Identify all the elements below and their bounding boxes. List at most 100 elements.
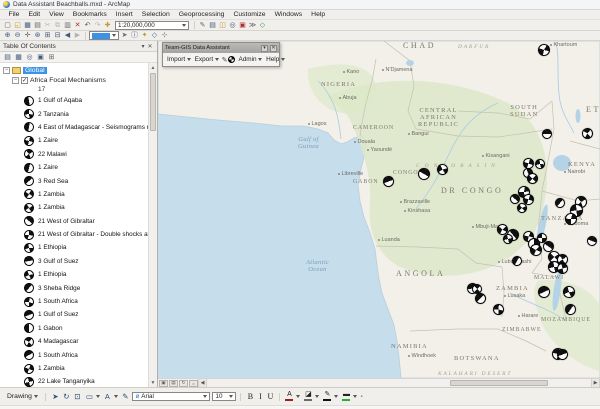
list-by-drawing-order-icon[interactable]: ▤ xyxy=(3,53,12,62)
assistant-menu[interactable]: Export xyxy=(193,56,221,63)
legend-item[interactable]: 1 Ethiopia xyxy=(0,241,148,254)
text-style-button[interactable]: B xyxy=(245,391,255,402)
collapse-icon[interactable]: ▾ xyxy=(261,45,268,52)
map-scale-combo[interactable]: 1:20,000,000 xyxy=(115,21,189,30)
line-color-icon[interactable]: ✎ xyxy=(322,390,338,403)
shape-picker-button[interactable]: ▭ xyxy=(84,391,100,402)
cut-icon[interactable]: ✂ xyxy=(43,21,52,30)
legend-item[interactable]: 1 Zaire xyxy=(0,134,148,147)
select-elements-icon[interactable]: ➤ xyxy=(120,31,129,40)
beachball-icon[interactable] xyxy=(228,56,235,63)
data-frame-row[interactable]: − Global xyxy=(0,65,148,75)
legend-item[interactable]: 1 Gulf of Suez xyxy=(0,308,148,321)
scrollbar-thumb[interactable] xyxy=(150,73,156,131)
assistant-menu[interactable]: Help xyxy=(264,56,287,63)
paste-icon[interactable]: ▥ xyxy=(63,21,72,30)
legend-item[interactable]: 1 South Africa xyxy=(0,295,148,308)
close-icon[interactable]: ✕ xyxy=(146,43,154,50)
menu-item[interactable]: Help xyxy=(307,11,330,18)
new-document-icon[interactable]: ▢ xyxy=(3,21,12,30)
options-icon[interactable]: ⊞ xyxy=(47,53,56,62)
save-icon[interactable]: ▦ xyxy=(23,21,32,30)
data-view-button[interactable]: ▣ xyxy=(159,380,168,387)
arctoolbox-icon[interactable]: ▣ xyxy=(238,21,247,30)
data-assistant-titlebar[interactable]: Team-GIS Data Assistant ▾ ✕ xyxy=(163,43,279,53)
font-color-icon[interactable]: A xyxy=(284,390,300,403)
legend-item[interactable]: 1 Gabon xyxy=(0,322,148,335)
measure-icon[interactable]: ◇ xyxy=(150,31,159,40)
menu-item[interactable]: Geoprocessing xyxy=(174,11,229,18)
list-by-visibility-icon[interactable]: ◎ xyxy=(25,53,34,62)
pause-drawing-button[interactable]: = xyxy=(189,380,198,387)
data-frame-label[interactable]: Global xyxy=(23,67,47,74)
list-by-selection-icon[interactable]: ▣ xyxy=(36,53,45,62)
legend-item[interactable]: 1 Zaire xyxy=(0,161,148,174)
layer-row[interactable]: − ✓ Africa Focal Mechanisms xyxy=(0,75,148,85)
shadow-color-icon[interactable]: ◪ xyxy=(303,390,319,403)
legend-item[interactable]: 1 South Africa xyxy=(0,348,148,361)
legend-item[interactable]: 4 Madagascar xyxy=(0,335,148,348)
text-style-button[interactable]: I xyxy=(255,391,265,402)
legend-item[interactable]: 1 Zambia xyxy=(0,201,148,214)
menu-item[interactable]: Insert xyxy=(111,11,137,18)
collapse-expander-icon[interactable]: − xyxy=(12,77,19,84)
assistant-menu[interactable]: Import xyxy=(165,56,193,63)
go-forward-extent-icon[interactable]: ▶ xyxy=(73,31,82,40)
search-window-icon[interactable]: ◎ xyxy=(228,21,237,30)
legend-item[interactable]: 1 Gulf of Aqaba xyxy=(0,94,148,107)
fixed-zoom-in-icon[interactable]: ⊞ xyxy=(43,31,52,40)
undo-icon[interactable]: ↶ xyxy=(83,21,92,30)
scroll-up-icon[interactable]: ▲ xyxy=(149,63,157,72)
font-size-combo[interactable]: 10 xyxy=(212,392,236,401)
toolbar-overflow-icon[interactable]: ▪ xyxy=(360,394,362,400)
add-data-icon[interactable]: ✚ xyxy=(103,21,112,30)
legend-item[interactable]: 1 Zambia xyxy=(0,362,148,375)
legend-item[interactable]: 3 Sheba Ridge xyxy=(0,281,148,294)
layer-visibility-checkbox[interactable]: ✓ xyxy=(21,77,28,84)
layout-view-button[interactable]: ▤ xyxy=(169,380,178,387)
menu-item[interactable]: Selection xyxy=(137,11,174,18)
legend-item[interactable]: 4 East of Madagascar - Seismograms not s… xyxy=(0,121,148,134)
legend-item[interactable]: 1 Ethiopia xyxy=(0,268,148,281)
legend-item[interactable]: 1 Zambia xyxy=(0,188,148,201)
list-by-source-icon[interactable]: ▦ xyxy=(14,53,23,62)
copy-icon[interactable]: ⧉ xyxy=(53,21,62,30)
python-window-icon[interactable]: ≫ xyxy=(248,21,257,30)
go-to-xy-icon[interactable]: ⊹ xyxy=(160,31,169,40)
map-canvas[interactable]: CHADNIGERIACENTRAL AFRICAN REPUBLICSOUTH… xyxy=(158,41,600,378)
collapse-expander-icon[interactable]: − xyxy=(3,67,10,74)
modelbuilder-icon[interactable]: ◇ xyxy=(258,21,267,30)
map-view[interactable]: CHADNIGERIACENTRAL AFRICAN REPUBLICSOUTH… xyxy=(158,41,600,387)
catalog-window-icon[interactable]: ◫ xyxy=(218,21,227,30)
marker-color-icon[interactable]: ▬ xyxy=(341,390,357,403)
layer-name[interactable]: Africa Focal Mechanisms xyxy=(30,77,106,84)
close-icon[interactable]: ✕ xyxy=(270,45,277,52)
open-folder-icon[interactable]: ◱ xyxy=(13,21,22,30)
menu-item[interactable]: Customize xyxy=(229,11,270,18)
menu-item[interactable]: View xyxy=(45,11,69,18)
find-icon[interactable]: ✦ xyxy=(140,31,149,40)
legend-item[interactable]: 22 Malawi xyxy=(0,148,148,161)
table-of-contents-icon[interactable]: ▤ xyxy=(208,21,217,30)
legend-item[interactable]: 3 Gulf of Suez xyxy=(0,255,148,268)
legend-item[interactable]: 21 West of Gibraltar - Double shocks at … xyxy=(0,228,148,241)
legend-item[interactable]: 22 Lake Tanganyika xyxy=(0,375,148,387)
delete-icon[interactable]: ✕ xyxy=(73,21,82,30)
rotate-icon[interactable]: ↻ xyxy=(61,391,71,402)
full-extent-icon[interactable]: ⊛ xyxy=(33,31,42,40)
menu-item[interactable]: Windows xyxy=(270,11,307,18)
text-tool-button[interactable]: A xyxy=(102,391,118,402)
legend-item[interactable]: 2 Tanzania xyxy=(0,107,148,120)
pan-icon[interactable]: ✛ xyxy=(23,31,32,40)
text-style-button[interactable]: U xyxy=(265,391,275,402)
fixed-zoom-out-icon[interactable]: ⊟ xyxy=(53,31,62,40)
go-back-extent-icon[interactable]: ◀ xyxy=(63,31,72,40)
refresh-view-button[interactable]: ↻ xyxy=(179,380,188,387)
print-icon[interactable]: ▤ xyxy=(33,21,42,30)
drawing-menu-button[interactable]: Drawing xyxy=(4,390,41,403)
legend-item[interactable]: 3 Red Sea xyxy=(0,174,148,187)
scroll-down-icon[interactable]: ▼ xyxy=(149,378,157,387)
map-horizontal-scrollbar[interactable]: ▣ ▤ ↻ = ◀ ▶ xyxy=(158,378,600,387)
pencil-icon[interactable]: ✎ xyxy=(222,56,228,64)
zoom-out-icon[interactable]: ⊖ xyxy=(13,31,22,40)
